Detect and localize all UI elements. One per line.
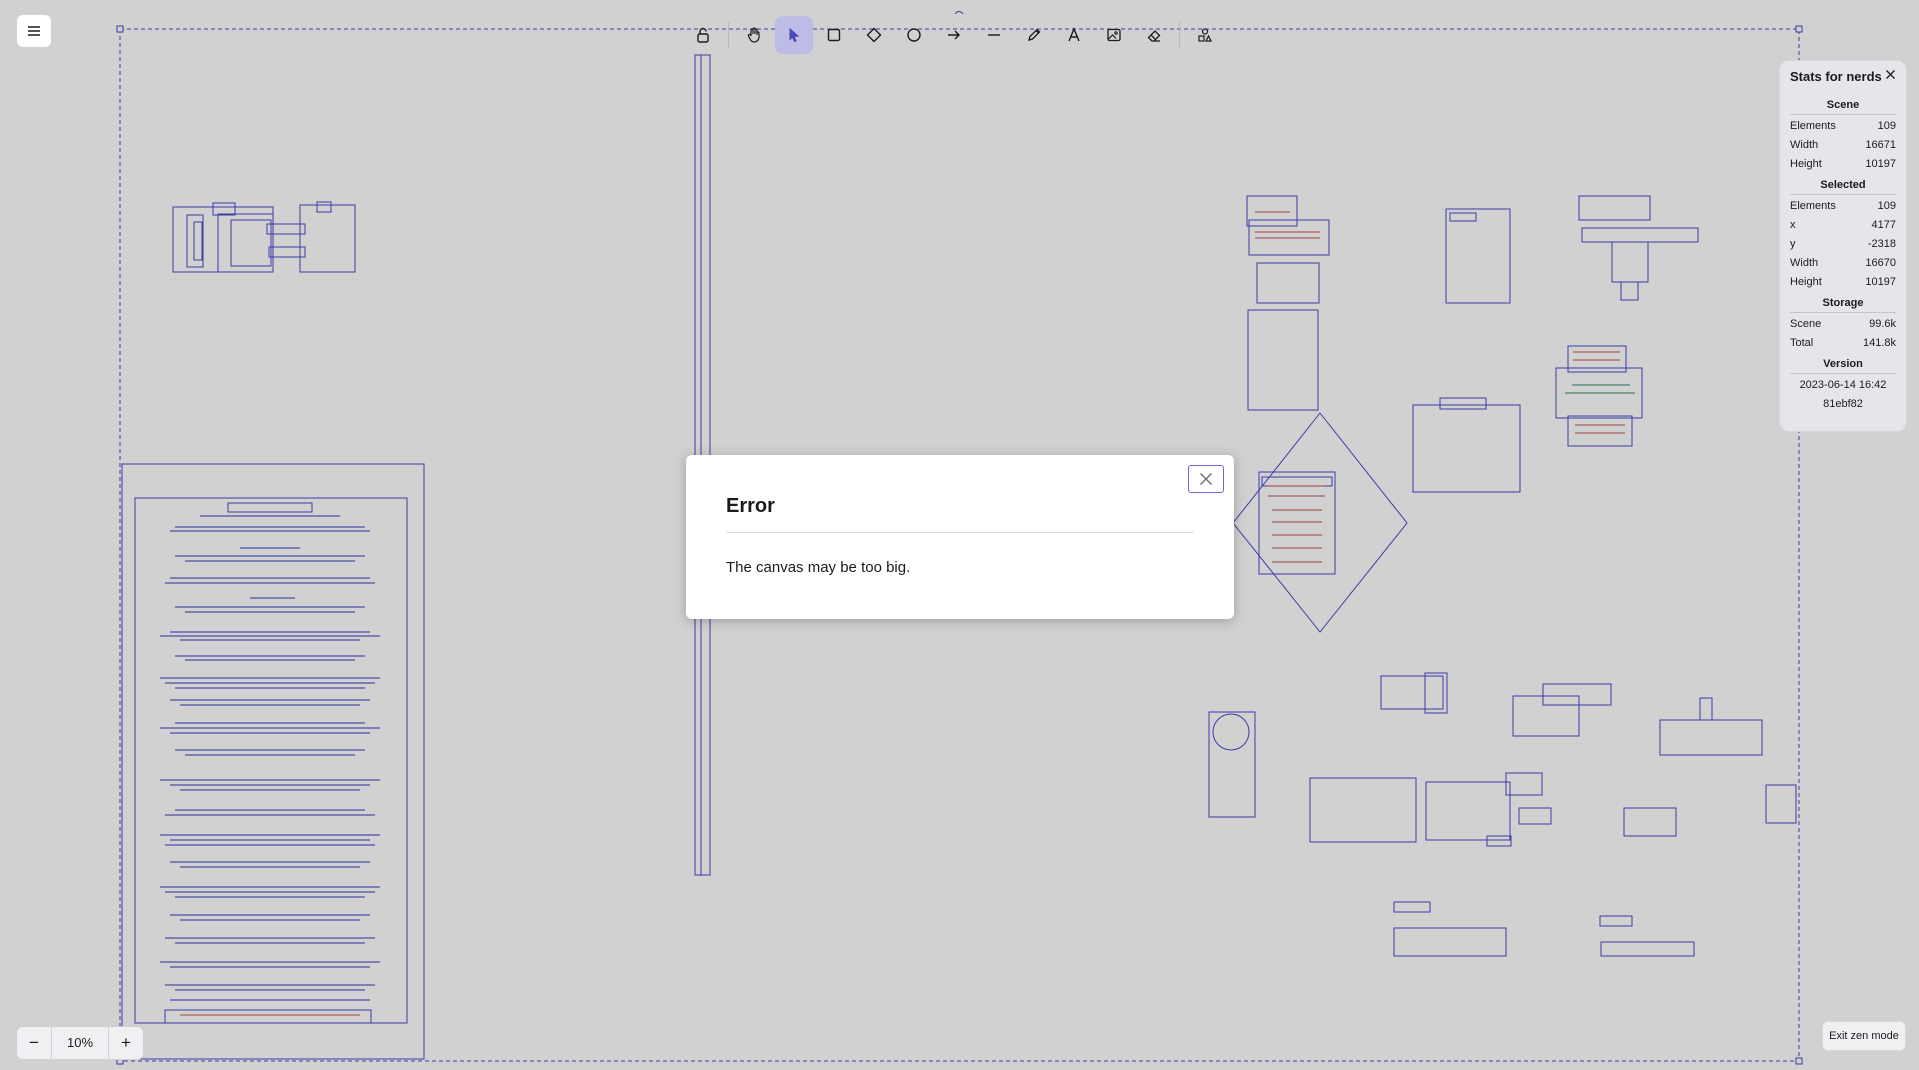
close-icon xyxy=(1200,473,1212,485)
stats-row: Height 10197 xyxy=(1790,273,1896,292)
stats-row-label: Total xyxy=(1790,337,1814,349)
stats-row: Width 16670 xyxy=(1790,254,1896,273)
stats-row-label: y xyxy=(1790,238,1796,250)
tool-lock[interactable] xyxy=(684,16,722,54)
lock-icon xyxy=(697,27,709,43)
stats-row-value: -2318 xyxy=(1867,238,1896,250)
shapes-library-icon xyxy=(1198,28,1212,42)
stats-version-date: 2023-06-14 16:42 xyxy=(1799,379,1887,391)
stats-row-label: Scene xyxy=(1790,318,1822,330)
selection-handle[interactable] xyxy=(1795,1057,1803,1065)
stats-row-value: 10197 xyxy=(1865,158,1896,170)
stats-row-label: x xyxy=(1790,219,1796,231)
stats-row-value: 99.6k xyxy=(1869,318,1896,330)
rectangle-icon xyxy=(827,28,841,42)
zoom-level-reset[interactable]: 10% xyxy=(51,1027,109,1059)
zoom-out-button[interactable]: − xyxy=(17,1027,51,1059)
tool-hand[interactable] xyxy=(735,16,773,54)
stats-close-button[interactable] xyxy=(1885,69,1896,83)
dialog-close-button[interactable] xyxy=(1188,465,1224,493)
stats-row: Elements 109 xyxy=(1790,197,1896,216)
stats-panel: Stats for nerds Scene Elements 109 Width 16… xyxy=(1779,60,1907,432)
stats-row-label: Elements xyxy=(1790,200,1836,212)
close-icon xyxy=(1886,70,1895,79)
exit-zen-mode-button[interactable]: Exit zen mode xyxy=(1822,1021,1906,1051)
shape-toolbar xyxy=(684,16,1236,54)
stats-row-label: Height xyxy=(1790,276,1822,288)
stats-selected-rows: Elements 109 x 4177 y -2318 Width 16670 Height 10… xyxy=(1790,197,1896,292)
tool-pencil[interactable] xyxy=(1015,16,1053,54)
hamburger-icon xyxy=(28,26,40,36)
ellipse-icon xyxy=(907,28,921,42)
stats-row: Elements 109 xyxy=(1790,117,1896,136)
stats-section-selected: Selected xyxy=(1790,174,1896,195)
stats-row: x 4177 xyxy=(1790,216,1896,235)
tool-image[interactable] xyxy=(1095,16,1133,54)
tool-line[interactable] xyxy=(975,16,1013,54)
stats-row-label: Height xyxy=(1790,158,1822,170)
stats-version-hash: 81ebf82 xyxy=(1823,398,1863,410)
tool-ellipse[interactable] xyxy=(895,16,933,54)
tool-library[interactable] xyxy=(1186,16,1224,54)
dialog-message: The canvas may be too big. xyxy=(726,559,911,576)
stats-row: Scene 99.6k xyxy=(1790,315,1896,334)
stats-row-value: 4177 xyxy=(1871,219,1896,231)
stats-row-label: Elements xyxy=(1790,120,1836,132)
main-menu-button[interactable] xyxy=(16,14,52,48)
stats-row-label: Width xyxy=(1790,139,1819,151)
arrow-icon xyxy=(948,30,960,40)
eraser-icon xyxy=(1147,30,1161,42)
stats-row-label: Width xyxy=(1790,257,1819,269)
error-dialog: Error The canvas may be too big. xyxy=(686,455,1234,619)
tool-text[interactable] xyxy=(1055,16,1093,54)
tool-eraser[interactable] xyxy=(1135,16,1173,54)
stats-row: Height 10197 xyxy=(1790,155,1896,174)
stats-row: y -2318 xyxy=(1790,235,1896,254)
selection-handle[interactable] xyxy=(116,25,124,33)
stats-scene-rows: Elements 109 Width 16671 Height 10197 xyxy=(1790,117,1896,174)
stats-row: Width 16671 xyxy=(1790,136,1896,155)
stats-row-value: 10197 xyxy=(1865,276,1896,288)
stats-row-value: 16670 xyxy=(1865,257,1896,269)
selection-arrow-icon xyxy=(789,27,800,43)
pencil-icon xyxy=(1028,28,1041,41)
stats-section-scene: Scene xyxy=(1790,94,1896,115)
zoom-control: − 10% + xyxy=(16,1026,144,1060)
stats-section-storage: Storage xyxy=(1790,292,1896,313)
zoom-in-button[interactable]: + xyxy=(109,1027,143,1059)
stats-title: Stats for nerds xyxy=(1790,69,1882,84)
text-icon xyxy=(1068,27,1080,42)
stats-row-value: 109 xyxy=(1877,120,1896,132)
hand-icon xyxy=(747,27,760,43)
stats-row-value: 16671 xyxy=(1865,139,1896,151)
stats-row: Total 141.8k xyxy=(1790,334,1896,353)
toolbar-divider xyxy=(1179,22,1180,48)
diamond-icon xyxy=(866,27,882,43)
tool-diamond[interactable] xyxy=(855,16,893,54)
dialog-title: Error xyxy=(726,495,1194,533)
stats-row-value: 109 xyxy=(1877,200,1896,212)
line-icon xyxy=(988,34,1000,36)
image-icon xyxy=(1107,28,1121,42)
selection-handle[interactable] xyxy=(1795,25,1803,33)
tool-selection[interactable] xyxy=(775,16,813,54)
tool-rectangle[interactable] xyxy=(815,16,853,54)
tool-arrow[interactable] xyxy=(935,16,973,54)
stats-section-version: Version xyxy=(1790,353,1896,374)
toolbar-divider xyxy=(728,22,729,48)
stats-storage-rows: Scene 99.6k Total 141.8k xyxy=(1790,315,1896,353)
stats-row-value: 141.8k xyxy=(1862,337,1896,349)
